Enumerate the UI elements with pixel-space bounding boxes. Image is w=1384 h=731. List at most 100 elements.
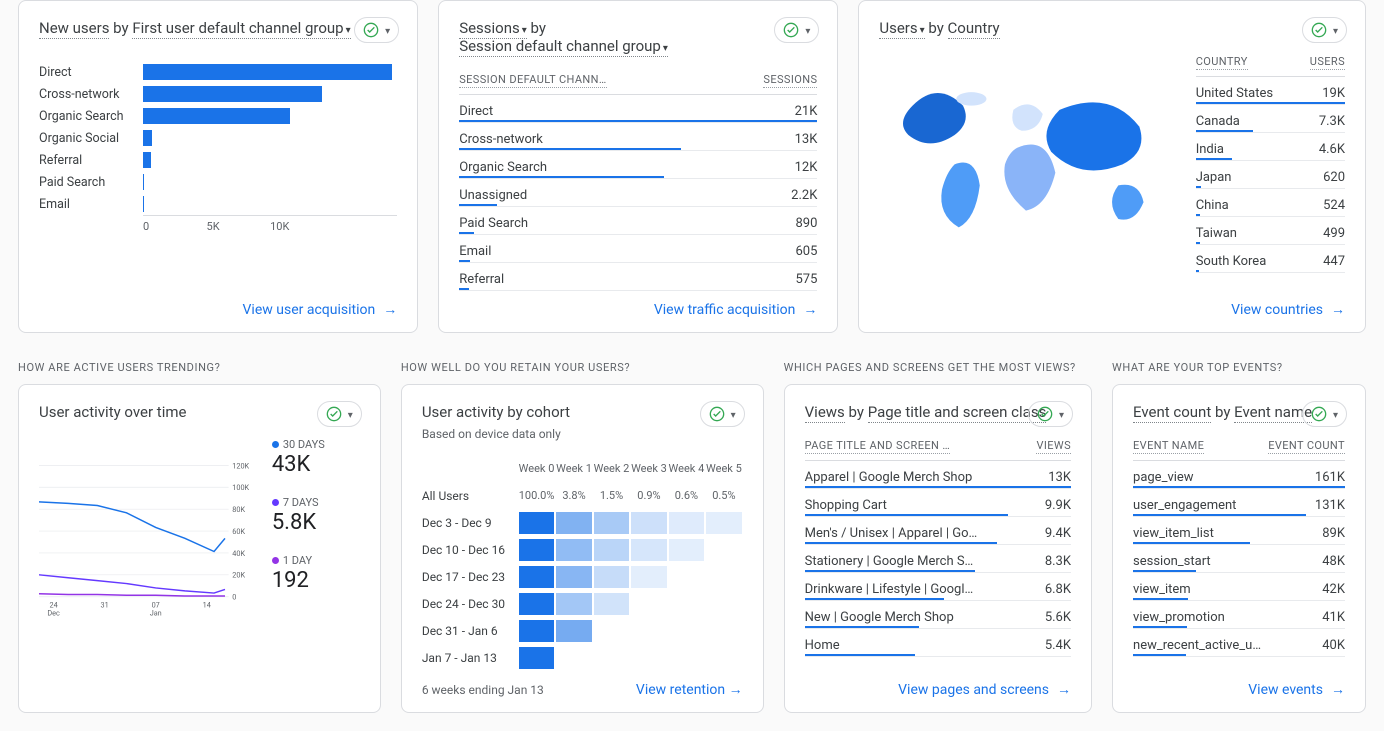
chevron-down-icon [348, 407, 353, 422]
table-row[interactable]: New | Google Merch Shop 5.6K [805, 601, 1071, 629]
row-value: 575 [795, 272, 817, 287]
row-label: New | Google Merch Shop [805, 610, 954, 625]
table-row[interactable]: page_view 161K [1133, 461, 1345, 489]
table-row[interactable]: Stationery | Google Merch S… 8.3K [805, 545, 1071, 573]
card-status-menu[interactable] [1028, 401, 1073, 427]
svg-text:80K: 80K [232, 505, 245, 514]
row-value: 21K [795, 104, 818, 119]
card-title[interactable]: New users by First user default channel … [39, 19, 397, 37]
check-circle-icon [1311, 22, 1327, 38]
card-cohort: User activity by cohort Based on device … [401, 384, 764, 713]
row-value: 41K [1322, 610, 1345, 625]
view-pages-link[interactable]: View pages and screens [898, 682, 1049, 698]
table-row[interactable]: Japan 620 [1196, 161, 1345, 189]
row-value: 9.9K [1045, 498, 1071, 513]
table-row[interactable]: United States 19K [1196, 77, 1345, 105]
table-header: EVENT NAMEEVENT COUNT [1133, 433, 1345, 461]
row-value: 19K [1322, 86, 1345, 101]
row-label: Men's / Unisex | Apparel | Go… [805, 526, 978, 541]
row-value: 42K [1322, 582, 1345, 597]
table-row[interactable]: Apparel | Google Merch Shop 13K [805, 461, 1071, 489]
row-value: 499 [1323, 226, 1345, 241]
table-row[interactable]: view_item_list 89K [1133, 517, 1345, 545]
svg-text:20K: 20K [232, 571, 245, 580]
cohort-note: 6 weeks ending Jan 13 [422, 683, 544, 697]
cohort-row: Dec 10 - Dec 16 [422, 536, 743, 563]
row-value: 6.8K [1045, 582, 1071, 597]
bar-row: Organic Search [39, 105, 397, 127]
row-label: Shopping Cart [805, 498, 887, 513]
row-value: 447 [1323, 254, 1345, 269]
table-header: COUNTRYUSERS [1196, 49, 1345, 77]
table-row[interactable]: Shopping Cart 9.9K [805, 489, 1071, 517]
chevron-down-icon [731, 407, 736, 422]
row-value: 89K [1322, 526, 1345, 541]
table-row[interactable]: India 4.6K [1196, 133, 1345, 161]
row-label: United States [1196, 86, 1273, 101]
table-row[interactable]: Men's / Unisex | Apparel | Go… 9.4K [805, 517, 1071, 545]
table-row[interactable]: Cross-network 13K [459, 123, 817, 151]
table-header: SESSION DEFAULT CHANN…SESSIONS [459, 67, 817, 95]
table-row[interactable]: Unassigned 2.2K [459, 179, 817, 207]
section-title: HOW WELL DO YOU RETAIN YOUR USERS? [401, 361, 764, 374]
card-status-menu[interactable] [700, 401, 745, 427]
row-label: view_item_list [1133, 526, 1214, 541]
row-value: 5.4K [1045, 638, 1071, 653]
card-title[interactable]: Sessions by Session default channel grou… [459, 19, 817, 55]
table-row[interactable]: South Korea 447 [1196, 245, 1345, 273]
table-row[interactable]: user_engagement 131K [1133, 489, 1345, 517]
legend: 30 DAYS43K7 DAYS5.8K1 DAY192 [272, 437, 360, 647]
svg-text:0: 0 [232, 593, 236, 602]
arrow-right-icon [1331, 301, 1345, 318]
table-row[interactable]: session_start 48K [1133, 545, 1345, 573]
view-traffic-acquisition-link[interactable]: View traffic acquisition [654, 302, 796, 318]
check-circle-icon [1311, 406, 1327, 422]
view-user-acquisition-link[interactable]: View user acquisition [243, 302, 376, 318]
table-row[interactable]: Taiwan 499 [1196, 217, 1345, 245]
table-row[interactable]: new_recent_active_u… 40K [1133, 629, 1345, 657]
row-label: page_view [1133, 470, 1194, 485]
card-status-menu[interactable] [1302, 401, 1347, 427]
table-row[interactable]: Referral 575 [459, 263, 817, 291]
row-label: Taiwan [1196, 226, 1237, 241]
card-status-menu[interactable] [317, 401, 362, 427]
chevron-down-icon [805, 23, 810, 38]
cohort-row: Dec 24 - Dec 30 [422, 590, 743, 617]
arrow-right-icon [1057, 681, 1071, 698]
bar-row: Direct [39, 61, 397, 83]
line-chart: 120K100K80K 60K40K20K0 24Dec 31 07Jan 14 [39, 437, 258, 647]
table-row[interactable]: Canada 7.3K [1196, 105, 1345, 133]
view-countries-link[interactable]: View countries [1231, 302, 1323, 318]
row-value: 161K [1315, 470, 1345, 485]
table-row[interactable]: view_item 42K [1133, 573, 1345, 601]
card-status-menu[interactable] [774, 17, 819, 43]
card-events: Event count by Event name EVENT NAMEEVEN… [1112, 384, 1366, 713]
card-status-menu[interactable] [1302, 17, 1347, 43]
card-title[interactable]: Users by Country [879, 19, 1345, 37]
check-circle-icon [709, 406, 725, 422]
table-row[interactable]: Home 5.4K [805, 629, 1071, 657]
row-label: Stationery | Google Merch S… [805, 554, 974, 569]
row-label: new_recent_active_u… [1133, 638, 1261, 653]
card-status-menu[interactable] [354, 17, 399, 43]
view-retention-link[interactable]: View retention [636, 682, 725, 698]
table-row[interactable]: Organic Search 12K [459, 151, 817, 179]
table-row[interactable]: Direct 21K [459, 95, 817, 123]
table-row[interactable]: China 524 [1196, 189, 1345, 217]
row-value: 7.3K [1319, 114, 1345, 129]
row-value: 890 [795, 216, 817, 231]
table-row[interactable]: Paid Search 890 [459, 207, 817, 235]
table-row[interactable]: Email 605 [459, 235, 817, 263]
row-label: view_promotion [1133, 610, 1225, 625]
chevron-down-icon [385, 23, 390, 38]
cohort-heatmap: Week 0Week 1Week 2Week 3Week 4Week 5All … [422, 455, 743, 671]
view-events-link[interactable]: View events [1248, 682, 1323, 698]
row-label: session_start [1133, 554, 1211, 569]
row-label: Japan [1196, 170, 1232, 185]
row-value: 12K [795, 160, 818, 175]
table-row[interactable]: view_promotion 41K [1133, 601, 1345, 629]
table-row[interactable]: Drinkware | Lifestyle | Googl… 6.8K [805, 573, 1071, 601]
section-title: WHAT ARE YOUR TOP EVENTS? [1112, 361, 1366, 374]
legend-item: 1 DAY192 [272, 553, 360, 593]
row-label: Cross-network [459, 132, 543, 147]
